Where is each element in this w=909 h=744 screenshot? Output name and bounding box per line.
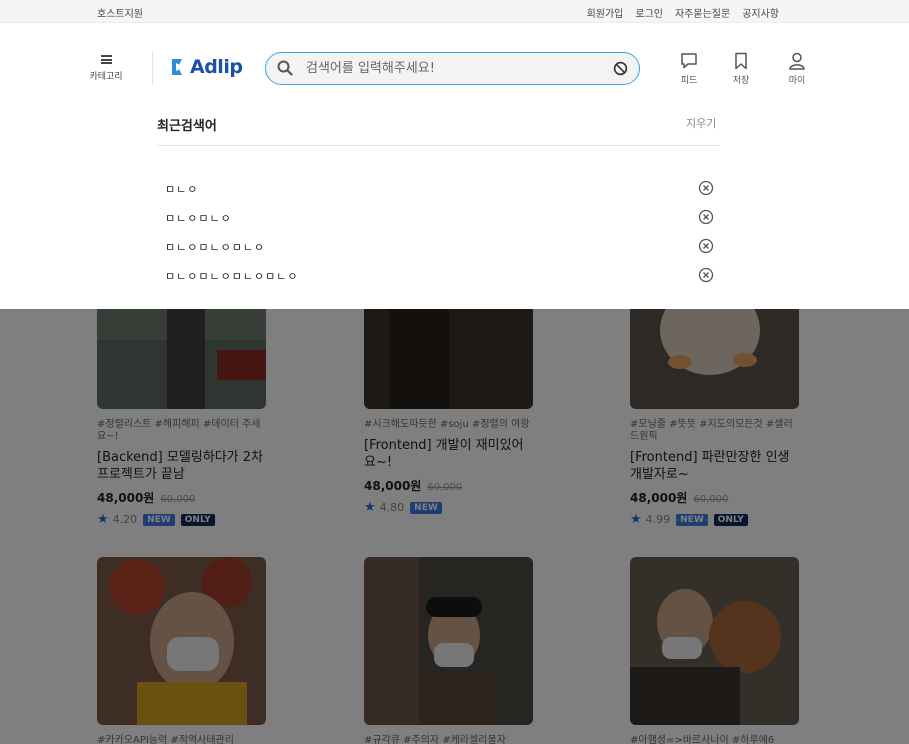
host-support-link[interactable]: 호스트지원	[97, 5, 143, 20]
search-bar[interactable]	[265, 52, 640, 85]
profile-icon	[789, 52, 805, 70]
clear-search-icon[interactable]	[613, 61, 628, 76]
feed-icon	[681, 53, 697, 69]
remove-icon[interactable]	[698, 209, 714, 225]
feed-button[interactable]: 피드	[674, 51, 704, 86]
profile-label: 마이	[788, 76, 806, 86]
bookmark-button[interactable]: 저장	[726, 51, 756, 86]
logo-mark-icon	[172, 59, 184, 75]
divider	[157, 145, 720, 146]
search-icon[interactable]	[277, 60, 293, 76]
login-link[interactable]: 로그인	[635, 5, 663, 20]
search-input[interactable]	[306, 57, 606, 80]
profile-button[interactable]: 마이	[782, 51, 812, 86]
logo-text: Adlip	[190, 56, 243, 78]
recent-search-item[interactable]: ㅁㄴㅇㅁㄴㅇ	[157, 206, 720, 235]
recent-search-item[interactable]: ㅁㄴㅇㅁㄴㅇㅁㄴㅇㅁㄴㅇ	[157, 264, 720, 293]
dim-overlay[interactable]	[0, 309, 909, 744]
remove-icon[interactable]	[698, 180, 714, 196]
recent-search-item[interactable]: ㅁㄴㅇㅁㄴㅇㅁㄴㅇ	[157, 235, 720, 264]
remove-icon[interactable]	[698, 267, 714, 283]
remove-icon[interactable]	[698, 238, 714, 254]
recent-search-list: ㅁㄴㅇ ㅁㄴㅇㅁㄴㅇ ㅁㄴㅇㅁㄴㅇㅁㄴㅇ ㅁㄴㅇㅁㄴㅇㅁㄴㅇㅁㄴㅇ	[157, 177, 720, 293]
logo[interactable]: Adlip	[172, 56, 243, 78]
divider	[152, 51, 153, 85]
recent-search-text[interactable]: ㅁㄴㅇㅁㄴㅇㅁㄴㅇ	[165, 239, 265, 255]
clear-recent-button[interactable]: 지우기	[686, 115, 716, 131]
category-button[interactable]: 카테고리	[86, 55, 126, 82]
top-links: 회원가입 로그인 자주묻는질문 공지사항	[587, 5, 779, 20]
notice-link[interactable]: 공지사항	[742, 5, 779, 20]
recent-search-item[interactable]: ㅁㄴㅇ	[157, 177, 720, 206]
category-label: 카테고리	[89, 72, 123, 82]
recent-search-text[interactable]: ㅁㄴㅇㅁㄴㅇㅁㄴㅇㅁㄴㅇ	[165, 268, 298, 284]
header-search-panel: 카테고리 Adlip 피드 저장	[0, 23, 909, 309]
menu-icon	[100, 55, 112, 64]
feed-label: 피드	[680, 76, 698, 86]
recent-search-title: 최근검색어	[157, 119, 217, 134]
faq-link[interactable]: 자주묻는질문	[675, 5, 730, 20]
recent-search-text[interactable]: ㅁㄴㅇ	[165, 181, 198, 197]
top-utility-bar: 호스트지원 회원가입 로그인 자주묻는질문 공지사항	[0, 0, 909, 23]
recent-search-text[interactable]: ㅁㄴㅇㅁㄴㅇ	[165, 210, 232, 226]
bookmark-icon	[735, 52, 747, 70]
signup-link[interactable]: 회원가입	[587, 5, 624, 20]
bookmark-label: 저장	[732, 76, 750, 86]
